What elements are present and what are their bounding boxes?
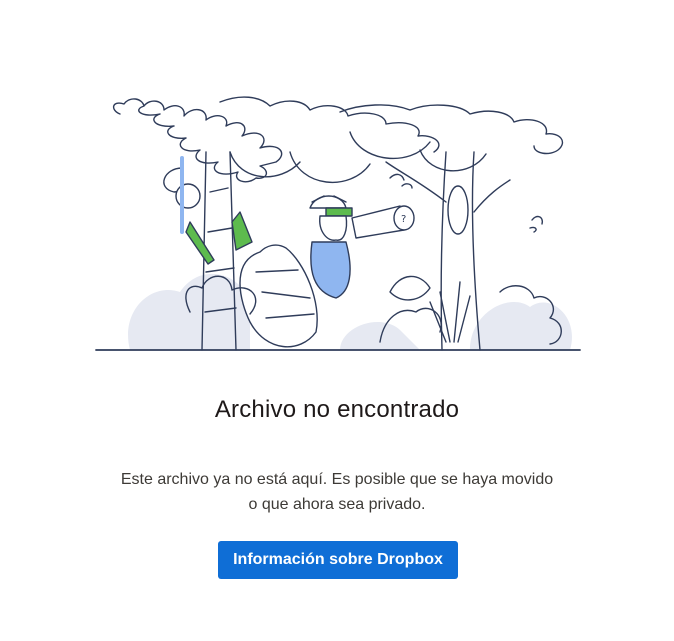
error-message: Este archivo ya no está aquí. Es posible… bbox=[90, 467, 584, 517]
not-found-page: ? Archivo no encontrado Este archivo ya … bbox=[0, 0, 674, 641]
page-title: Archivo no encontrado bbox=[214, 396, 460, 423]
error-message-line-2: o que ahora sea privado. bbox=[248, 496, 426, 513]
tree-canopy bbox=[113, 98, 283, 183]
jungle-explorer-illustration: ? bbox=[95, 96, 581, 351]
svg-text:?: ? bbox=[401, 214, 406, 225]
error-message-line-1: Este archivo ya no está aquí. Es posible… bbox=[120, 471, 554, 488]
dropbox-info-button[interactable]: Información sobre Dropbox bbox=[218, 541, 458, 579]
peeking-character bbox=[163, 156, 253, 265]
background-shrubs bbox=[128, 273, 572, 350]
monstera-leaf bbox=[239, 244, 318, 348]
